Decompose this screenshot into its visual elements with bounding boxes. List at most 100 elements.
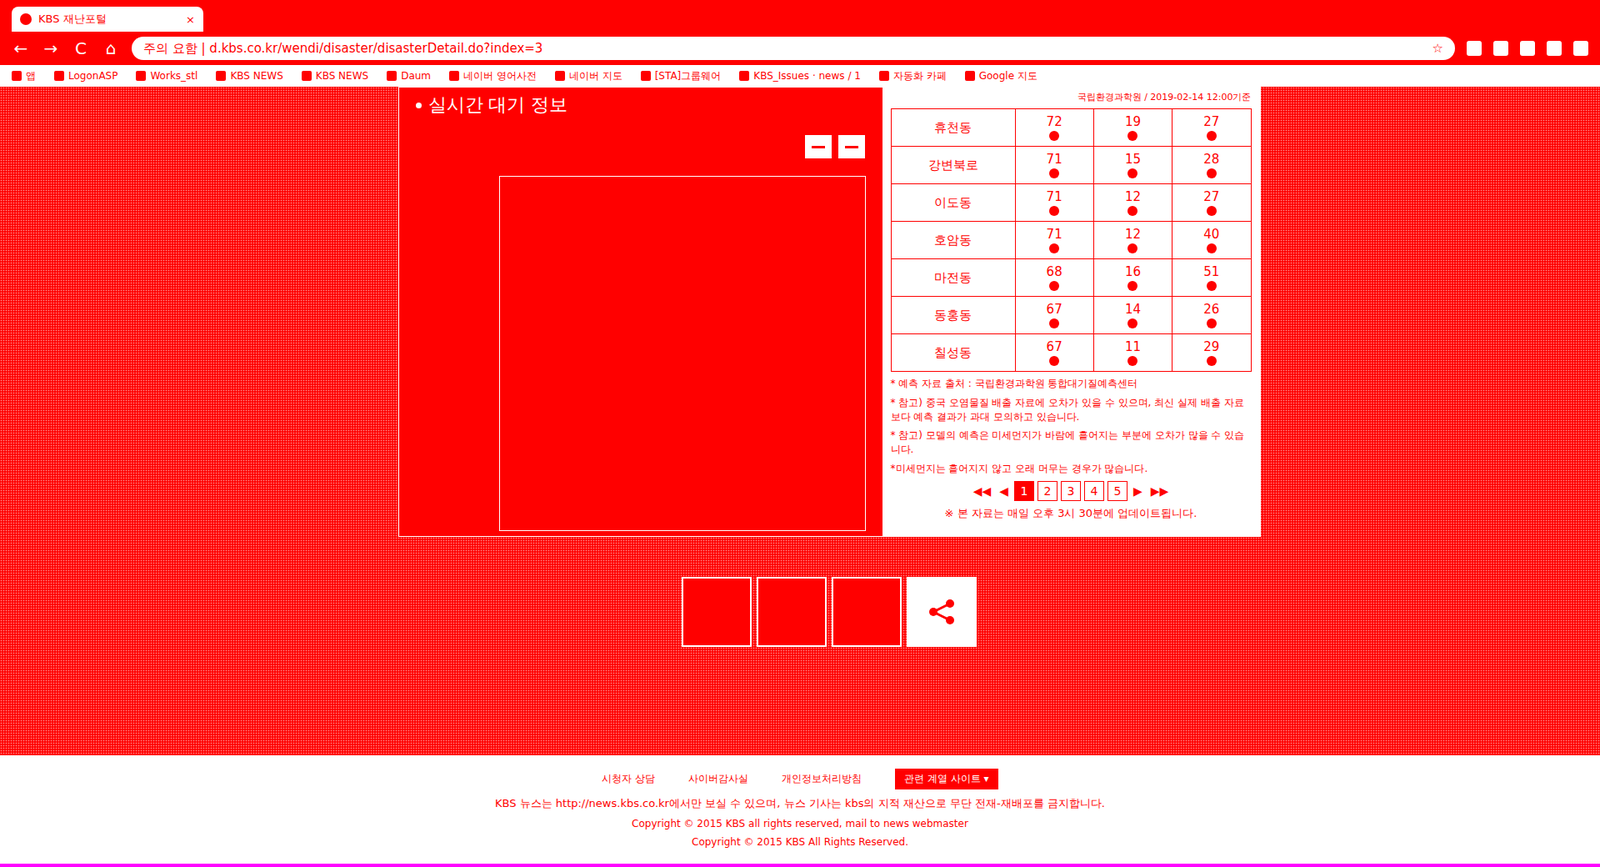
station-name: 이도동 bbox=[890, 184, 1015, 222]
page-button[interactable]: 3 bbox=[1060, 480, 1081, 501]
bookmark-label[interactable]: Works_stl bbox=[150, 70, 198, 82]
quick-menu-tile[interactable] bbox=[756, 576, 827, 647]
page-button[interactable]: 5 bbox=[1107, 480, 1128, 501]
next-page-button[interactable]: ▶ bbox=[1130, 484, 1145, 498]
nav-button[interactable]: ⌂ bbox=[101, 38, 120, 59]
page-button[interactable]: 1 bbox=[1014, 480, 1035, 501]
bookmark-icon bbox=[449, 70, 460, 81]
table-row: 이도동 71 1227 bbox=[890, 184, 1251, 222]
first-page-button[interactable]: ◀◀ bbox=[970, 484, 995, 498]
zoom-button[interactable] bbox=[837, 134, 866, 160]
extension-icon[interactable] bbox=[1573, 40, 1589, 56]
value-text: 71 bbox=[1046, 189, 1063, 205]
source-label: 국립환경과학원 / 2019-02-14 12:00기준 bbox=[890, 90, 1252, 104]
bookmark[interactable]: Google 지도 bbox=[965, 69, 1038, 84]
table-row: 강변북로711528 bbox=[890, 146, 1251, 185]
level-dot-icon bbox=[1049, 318, 1060, 329]
quick-menu-tile[interactable] bbox=[831, 576, 902, 647]
browser-tab[interactable]: KBS 재난포털 × bbox=[11, 6, 204, 32]
level-dot-icon bbox=[1049, 280, 1060, 291]
bookmark-label[interactable]: [STA]그룹웨어 bbox=[655, 69, 722, 84]
bookmark[interactable]: 네이버 지도 bbox=[555, 69, 623, 84]
bookmark-label[interactable]: KBS NEWS bbox=[315, 70, 369, 82]
value: 67 bbox=[1019, 301, 1090, 329]
table-row: 마전동681651 bbox=[890, 259, 1251, 297]
related-sites-select[interactable]: 관련 계열 사이트 ▾ bbox=[895, 768, 998, 790]
copyright: Copyright © 2015 KBS All Rights Reserved… bbox=[691, 835, 909, 848]
bookmark-label[interactable]: KBS_Issues · news / 1 bbox=[753, 70, 861, 82]
value-cell: 15 bbox=[1093, 146, 1172, 185]
level-dot-icon bbox=[1127, 280, 1138, 291]
air-quality-modal: 실시간 대기 정보국립환경과학원 / 2019-02-14 12:00기준휴천동… bbox=[398, 86, 1261, 537]
value-text: 71 bbox=[1046, 151, 1063, 167]
nav-button[interactable]: ← bbox=[11, 38, 30, 59]
value-cell: 11 bbox=[1093, 334, 1172, 372]
bookmark[interactable]: 자동화 카페 bbox=[879, 69, 947, 84]
modal-title: 실시간 대기 정보 bbox=[415, 92, 866, 118]
last-page-button[interactable]: ▶▶ bbox=[1148, 484, 1172, 498]
url-field[interactable]: 주의 요함 | d.kbs.co.kr/wendi/disaster/disas… bbox=[131, 36, 1455, 60]
extension-icon[interactable] bbox=[1493, 40, 1509, 56]
nav-button[interactable]: C bbox=[71, 38, 90, 59]
bookmark-label[interactable]: 자동화 카페 bbox=[893, 69, 947, 84]
value: 12 bbox=[1097, 226, 1169, 254]
page-button[interactable]: 4 bbox=[1084, 480, 1105, 501]
footer-link[interactable]: 개인정보처리방침 bbox=[781, 771, 862, 786]
value-cell: 27 bbox=[1172, 184, 1251, 222]
bookmark-label[interactable]: Daum bbox=[400, 70, 431, 82]
tab-close-button[interactable]: × bbox=[185, 13, 195, 26]
bookmark[interactable]: LogonASP bbox=[54, 70, 118, 82]
level-dot-icon bbox=[1127, 318, 1138, 329]
tab-title[interactable]: KBS 재난포털 bbox=[38, 11, 180, 27]
bookmark[interactable]: 앱 bbox=[11, 69, 36, 84]
bookmark-star-icon[interactable]: ☆ bbox=[1432, 40, 1444, 56]
value: 15 bbox=[1097, 151, 1169, 179]
bookmark[interactable]: KBS NEWS bbox=[215, 70, 283, 82]
bookmark[interactable]: KBS NEWS bbox=[301, 70, 369, 82]
bookmark[interactable]: KBS_Issues · news / 1 bbox=[739, 70, 861, 82]
level-dot-icon bbox=[1049, 168, 1060, 179]
value: 16 bbox=[1097, 264, 1169, 291]
bookmark-label[interactable]: 네이버 영어사전 bbox=[463, 69, 537, 84]
bookmark-icon bbox=[54, 70, 65, 81]
value-cell: 14 bbox=[1093, 296, 1172, 335]
value-text: 27 bbox=[1203, 114, 1220, 130]
value: 28 bbox=[1175, 151, 1247, 179]
extension-icon[interactable] bbox=[1546, 40, 1562, 56]
value-cell: 27 bbox=[1172, 109, 1251, 147]
url-text[interactable]: 주의 요함 | d.kbs.co.kr/wendi/disaster/disas… bbox=[143, 40, 1425, 57]
value: 71 bbox=[1019, 151, 1090, 179]
level-dot-icon bbox=[1206, 243, 1217, 254]
prev-page-button[interactable]: ◀ bbox=[996, 484, 1011, 498]
bookmark-label[interactable]: 앱 bbox=[25, 69, 36, 84]
table-row: 칠성동671129 bbox=[890, 334, 1251, 372]
bookmark[interactable]: Daum bbox=[386, 70, 431, 82]
bookmark-label[interactable]: Google 지도 bbox=[979, 69, 1038, 84]
page-button[interactable]: 2 bbox=[1037, 480, 1058, 501]
footer-link[interactable]: 사이버감사실 bbox=[688, 771, 749, 786]
value-text: 26 bbox=[1203, 301, 1220, 317]
footer-link[interactable]: 시청자 상담 bbox=[601, 771, 655, 786]
value-cell: 12 bbox=[1093, 184, 1172, 222]
quick-menu-tile[interactable] bbox=[681, 576, 752, 647]
level-dot-icon bbox=[1206, 205, 1217, 216]
bookmark-icon bbox=[555, 70, 565, 81]
bookmark-label[interactable]: 네이버 지도 bbox=[569, 69, 623, 84]
extension-icon[interactable] bbox=[1466, 40, 1482, 56]
value-text: 19 bbox=[1125, 114, 1141, 130]
bookmark-icon bbox=[386, 70, 397, 81]
extension-icon[interactable] bbox=[1520, 40, 1535, 56]
bookmark-icon bbox=[965, 70, 975, 81]
value: 29 bbox=[1175, 339, 1247, 366]
nav-button[interactable]: → bbox=[41, 38, 60, 59]
share-tile[interactable] bbox=[906, 576, 977, 647]
bookmark-label[interactable]: LogonASP bbox=[68, 70, 118, 82]
bookmarks-bar: 앱 LogonASP Works_stl KBS NEWS KBS NEWS Daum 네이… bbox=[0, 65, 1600, 87]
bookmark-label[interactable]: KBS NEWS bbox=[230, 70, 283, 82]
value: 68 bbox=[1019, 264, 1090, 291]
bookmark[interactable]: Works_stl bbox=[135, 70, 198, 82]
favicon-icon bbox=[20, 13, 32, 25]
zoom-button[interactable] bbox=[804, 134, 833, 160]
bookmark[interactable]: 네이버 영어사전 bbox=[449, 69, 537, 84]
bookmark[interactable]: [STA]그룹웨어 bbox=[640, 69, 722, 84]
